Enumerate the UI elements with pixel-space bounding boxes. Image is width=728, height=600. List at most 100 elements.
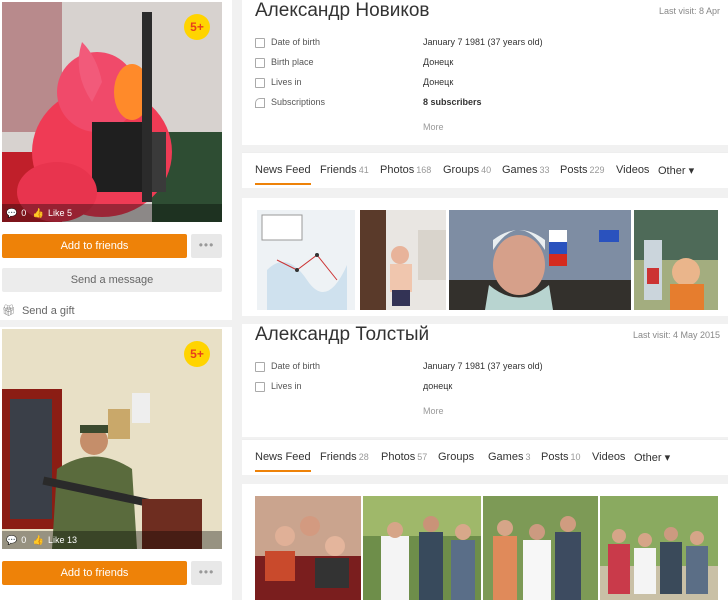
photo-thumbnail[interactable] — [360, 210, 446, 310]
tab-photos[interactable]: Photos 57 — [381, 451, 427, 463]
tab-label: Other ▾ — [634, 452, 671, 464]
more-actions-button[interactable]: ••• — [191, 561, 222, 585]
comments-count: 0 — [21, 535, 27, 545]
profile-card-1: 5+ 💬 0 👍 Like 5 Add to friends ••• Send a … — [0, 0, 728, 320]
info-row: Lives in Донецк — [255, 77, 715, 91]
city-icon — [255, 382, 265, 392]
photo-thumbnail[interactable] — [449, 210, 631, 310]
profile-card-2: 5+ 💬 0 👍 Like 13 Add to friends ••• Алекса… — [0, 324, 728, 600]
tab-groups[interactable]: Groups 40 — [443, 164, 491, 176]
profile-sidebar: 5+ 💬 0 👍 Like 5 Add to friends ••• Send a … — [0, 0, 232, 320]
info-row: Subscriptions 8 subscribers — [255, 97, 715, 111]
last-visit: Last visit: 8 Apr — [658, 6, 720, 16]
tab-label: Groups — [443, 164, 480, 176]
info-row: Lives in донецк — [255, 381, 715, 395]
tab-count: 40 — [481, 165, 492, 175]
tab-posts[interactable]: Posts 10 — [541, 451, 581, 463]
city-icon — [255, 78, 265, 88]
tab-label: Friends — [320, 164, 357, 176]
info-value[interactable]: донецк — [423, 381, 452, 391]
profile-info-card: Александр Толстый Last visit: 4 May 2015… — [242, 324, 728, 437]
more-info-link[interactable]: More — [423, 122, 444, 132]
tab-games[interactable]: Games 3 — [488, 451, 530, 463]
info-label: Date of birth — [271, 361, 321, 371]
info-row: Date of birth January 7 1981 (37 years o… — [255, 37, 715, 51]
info-value: January 7 1981 (37 years old) — [423, 37, 543, 47]
photo-thumbnail[interactable] — [600, 496, 718, 600]
tab-groups[interactable]: Groups — [438, 451, 474, 463]
tab-label: Friends — [320, 451, 357, 463]
more-info-link[interactable]: More — [423, 406, 444, 416]
comment-icon[interactable]: 💬 — [6, 535, 17, 545]
tab-count: 57 — [417, 452, 428, 462]
profile-name: Александр Новиков — [255, 0, 430, 21]
gift-icon: 🎁︎ — [2, 305, 16, 317]
info-label: Lives in — [271, 381, 302, 391]
info-value[interactable]: Донецк — [423, 57, 453, 67]
tab-videos[interactable]: Videos — [616, 164, 649, 176]
like-icon[interactable]: 👍 — [33, 208, 44, 218]
like-icon[interactable]: 👍 — [33, 535, 44, 545]
tab-count: 28 — [358, 452, 369, 462]
tab-count: 10 — [570, 452, 581, 462]
profile-info-card: Александр Новиков Last visit: 8 Apr Date… — [242, 0, 728, 145]
send-gift-link[interactable]: 🎁︎ Send a gift — [2, 304, 75, 317]
photo-strip — [242, 198, 728, 316]
age-badge: 5+ — [184, 341, 210, 367]
tab-count: 33 — [539, 165, 550, 175]
like-count[interactable]: Like 13 — [48, 535, 77, 545]
info-label: Date of birth — [271, 37, 321, 47]
tab-other[interactable]: Other ▾ — [634, 451, 670, 464]
tab-games[interactable]: Games 33 — [502, 164, 549, 176]
profile-sidebar: 5+ 💬 0 👍 Like 13 Add to friends ••• — [0, 327, 232, 600]
tab-label: Games — [488, 451, 524, 463]
photo-thumbnail[interactable] — [257, 210, 355, 310]
tab-label: Games — [502, 164, 538, 176]
add-to-friends-button[interactable]: Add to friends — [2, 561, 187, 585]
city-icon — [255, 58, 265, 68]
more-actions-button[interactable]: ••• — [191, 234, 222, 258]
avatar-stats-bar: 💬 0 👍 Like 13 — [2, 531, 222, 549]
tab-count: 168 — [416, 165, 432, 175]
comments-count: 0 — [21, 208, 27, 218]
like-count[interactable]: Like 5 — [48, 208, 72, 218]
avatar[interactable]: 5+ 💬 0 👍 Like 5 — [2, 2, 222, 222]
add-to-friends-button[interactable]: Add to friends — [2, 234, 187, 258]
tab-news-feed[interactable]: News Feed — [255, 164, 311, 185]
tab-label: Posts — [541, 451, 569, 463]
tab-label: News Feed — [255, 451, 311, 463]
profile-tabs: News Feed Friends 28 Photos 57 Groups Game… — [242, 439, 728, 475]
info-value[interactable]: Донецк — [423, 77, 453, 87]
photo-strip — [242, 484, 728, 600]
profile-name: Александр Толстый — [255, 324, 430, 345]
photo-thumbnail[interactable] — [483, 496, 598, 600]
photo-thumbnail[interactable] — [255, 496, 361, 600]
photo-thumbnail[interactable] — [363, 496, 481, 600]
rss-icon — [255, 98, 265, 108]
avatar-stats-bar: 💬 0 👍 Like 5 — [2, 204, 222, 222]
tab-news-feed[interactable]: News Feed — [255, 451, 311, 472]
last-visit: Last visit: 4 May 2015 — [632, 330, 720, 340]
comment-icon[interactable]: 💬 — [6, 208, 17, 218]
tab-other[interactable]: Other ▾ — [658, 164, 694, 177]
tab-count: 229 — [589, 165, 605, 175]
tab-friends[interactable]: Friends 28 — [320, 451, 369, 463]
tab-count: 3 — [525, 452, 531, 462]
send-gift-label: Send a gift — [21, 305, 75, 317]
photo-thumbnail[interactable] — [634, 210, 718, 310]
tab-posts[interactable]: Posts 229 — [560, 164, 605, 176]
tab-photos[interactable]: Photos 168 — [380, 164, 431, 176]
info-row: Birth place Донецк — [255, 57, 715, 71]
info-row: Date of birth January 7 1981 (37 years o… — [255, 361, 715, 375]
calendar-icon — [255, 362, 265, 372]
send-message-button[interactable]: Send a message — [2, 268, 222, 292]
info-label: Lives in — [271, 77, 302, 87]
tab-label: Videos — [592, 451, 626, 463]
tab-friends[interactable]: Friends 41 — [320, 164, 369, 176]
info-value[interactable]: 8 subscribers — [423, 97, 482, 107]
tab-videos[interactable]: Videos — [592, 451, 625, 463]
age-badge: 5+ — [184, 14, 210, 40]
profile-tabs: News Feed Friends 41 Photos 168 Groups 40 G… — [242, 152, 728, 188]
friend-actions: Add to friends ••• — [2, 561, 222, 585]
avatar[interactable]: 5+ 💬 0 👍 Like 13 — [2, 329, 222, 549]
